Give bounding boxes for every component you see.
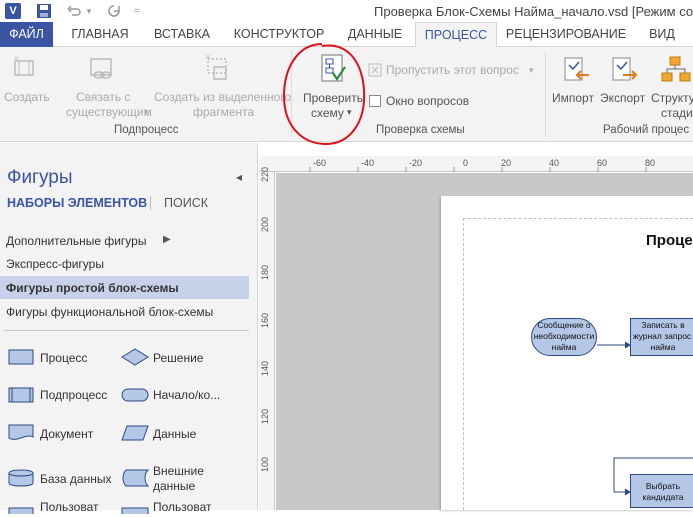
collapse-pane-icon[interactable]: ◂ xyxy=(236,170,242,184)
import-icon xyxy=(561,55,591,88)
link-subprocess-button-line2[interactable]: существующим xyxy=(66,105,152,120)
title-bar: V ▾ = Проверка Блок-Схемы Найма_начало.v… xyxy=(0,0,693,22)
ruler-tick: 140 xyxy=(260,360,270,376)
chevron-right-icon[interactable]: ▶ xyxy=(163,234,171,245)
tab-review[interactable]: РЕЦЕНЗИРОВАНИЕ xyxy=(505,22,627,47)
custom-shape-icon[interactable] xyxy=(8,503,34,517)
group-divider xyxy=(545,51,546,137)
stage-structure-icon xyxy=(660,55,693,88)
tab-divider xyxy=(150,196,151,210)
create-from-selection-icon xyxy=(204,53,232,88)
shapes-pane-title: Фигуры xyxy=(7,167,73,188)
shape-label-start-end: Начало/ко... xyxy=(153,388,221,402)
shape-text-line: Выбрать xyxy=(645,481,681,491)
tab-file[interactable]: ФАЙЛ xyxy=(0,22,53,47)
ignore-issue-dropdown-icon[interactable]: ▾ xyxy=(529,63,534,78)
shape-label-external-data-line1: Внешние xyxy=(153,464,204,478)
custom-shape-icon[interactable] xyxy=(121,503,149,517)
shape-label-subprocess: Подпроцесс xyxy=(40,388,108,402)
subprocess-group-label: Подпроцесс xyxy=(114,124,179,136)
decision-shape-icon[interactable] xyxy=(121,348,149,369)
tab-view[interactable]: ВИД xyxy=(640,22,684,47)
ruler-tick: 180 xyxy=(260,264,270,280)
red-annotation-circle xyxy=(282,43,366,146)
issues-window-label: Окно вопросов xyxy=(386,94,470,108)
validation-group-label: Проверка схемы xyxy=(376,124,465,136)
ruler-tick: 100 xyxy=(260,456,270,472)
customize-toolbar-icon[interactable]: = xyxy=(130,2,144,20)
shape-label-external-data-line2: данные xyxy=(153,479,196,493)
shape-text-line: Записать в xyxy=(641,320,685,330)
create-from-selection-button-line1[interactable]: Создать из выделенного xyxy=(154,90,291,105)
tab-insert[interactable]: ВСТАВКА xyxy=(146,22,218,47)
subprocess-shape-icon[interactable] xyxy=(8,387,34,406)
external-data-shape-icon[interactable] xyxy=(121,469,150,490)
stencil-basic-flowchart[interactable]: Фигуры простой блок-схемы xyxy=(6,281,179,295)
horizontal-ruler: -60 -40 -20 0 20 40 60 80 xyxy=(259,156,693,172)
tab-stencils[interactable]: НАБОРЫ ЭЛЕМЕНТОВ xyxy=(7,196,147,210)
tab-search[interactable]: ПОИСК xyxy=(164,196,208,210)
vertical-ruler: 220 200 180 160 140 120 100 xyxy=(259,167,275,510)
shape-text-line: найма xyxy=(650,342,676,352)
shape-label-process: Процесс xyxy=(40,351,88,365)
shape-text-line: Сообщение о xyxy=(537,320,591,330)
create-from-selection-button-line2[interactable]: фрагмента xyxy=(193,105,254,120)
tab-process[interactable]: ПРОЦЕСС xyxy=(415,22,497,48)
shape-label-data: Данные xyxy=(153,427,197,441)
document-shape-icon[interactable] xyxy=(8,424,34,445)
shape-label-custom-1: Пользоват xyxy=(40,500,99,514)
redo-icon[interactable] xyxy=(104,2,124,20)
stage-structure-button-line1[interactable]: Структу xyxy=(651,91,693,106)
undo-dropdown-icon[interactable]: ▾ xyxy=(84,2,94,20)
tab-home[interactable]: ГЛАВНАЯ xyxy=(62,22,138,47)
diagram-title[interactable]: Проце xyxy=(646,232,693,249)
undo-icon[interactable] xyxy=(64,2,84,20)
stencil-more-shapes[interactable]: Дополнительные фигуры xyxy=(6,234,146,248)
shape-text-line: необходимости xyxy=(533,331,595,341)
export-icon xyxy=(609,55,639,88)
data-shape-icon[interactable] xyxy=(121,425,149,444)
ruler-tick: 220 xyxy=(260,166,270,182)
shape-label-decision: Решение xyxy=(153,351,204,365)
ruler-tick: 120 xyxy=(260,408,270,424)
link-subprocess-icon xyxy=(88,55,116,88)
link-subprocess-button-line1[interactable]: Связать с xyxy=(76,90,130,105)
visio-app-icon[interactable]: V xyxy=(5,3,21,19)
database-shape-icon[interactable] xyxy=(8,469,34,490)
stencil-cross-functional[interactable]: Фигуры функциональной блок-схемы xyxy=(6,305,213,319)
divider xyxy=(4,330,249,331)
export-button[interactable]: Экспорт xyxy=(600,91,645,106)
shape-label-document: Документ xyxy=(40,427,94,441)
shape-label-database: База данных xyxy=(40,472,112,486)
shape-text-line: найма xyxy=(551,342,577,352)
save-icon[interactable] xyxy=(34,2,54,20)
create-subprocess-button[interactable]: Создать xyxy=(4,90,50,105)
shape-text-line: журнал запрос xyxy=(632,331,692,341)
shape-label-custom-2: Пользоват xyxy=(153,500,212,514)
stencil-quick-shapes[interactable]: Экспресс-фигуры xyxy=(6,257,104,271)
ruler-tick: 160 xyxy=(260,312,270,328)
process-shape-icon[interactable] xyxy=(8,349,34,368)
window-title: Проверка Блок-Схемы Найма_начало.vsd [Ре… xyxy=(374,4,693,19)
ruler-tick: 200 xyxy=(260,216,270,232)
workflow-group-label: Рабочий процес xyxy=(603,124,690,136)
create-subprocess-icon xyxy=(12,55,36,88)
link-dropdown-icon[interactable]: ▾ xyxy=(144,105,149,120)
import-button[interactable]: Импорт xyxy=(552,91,594,106)
terminator-shape-icon[interactable] xyxy=(121,387,149,406)
shape-text-line: кандидата xyxy=(642,492,684,502)
ignore-issue-button[interactable]: Пропустить этот вопрос xyxy=(386,63,519,78)
stage-structure-button-line2[interactable]: стади xyxy=(661,106,693,121)
